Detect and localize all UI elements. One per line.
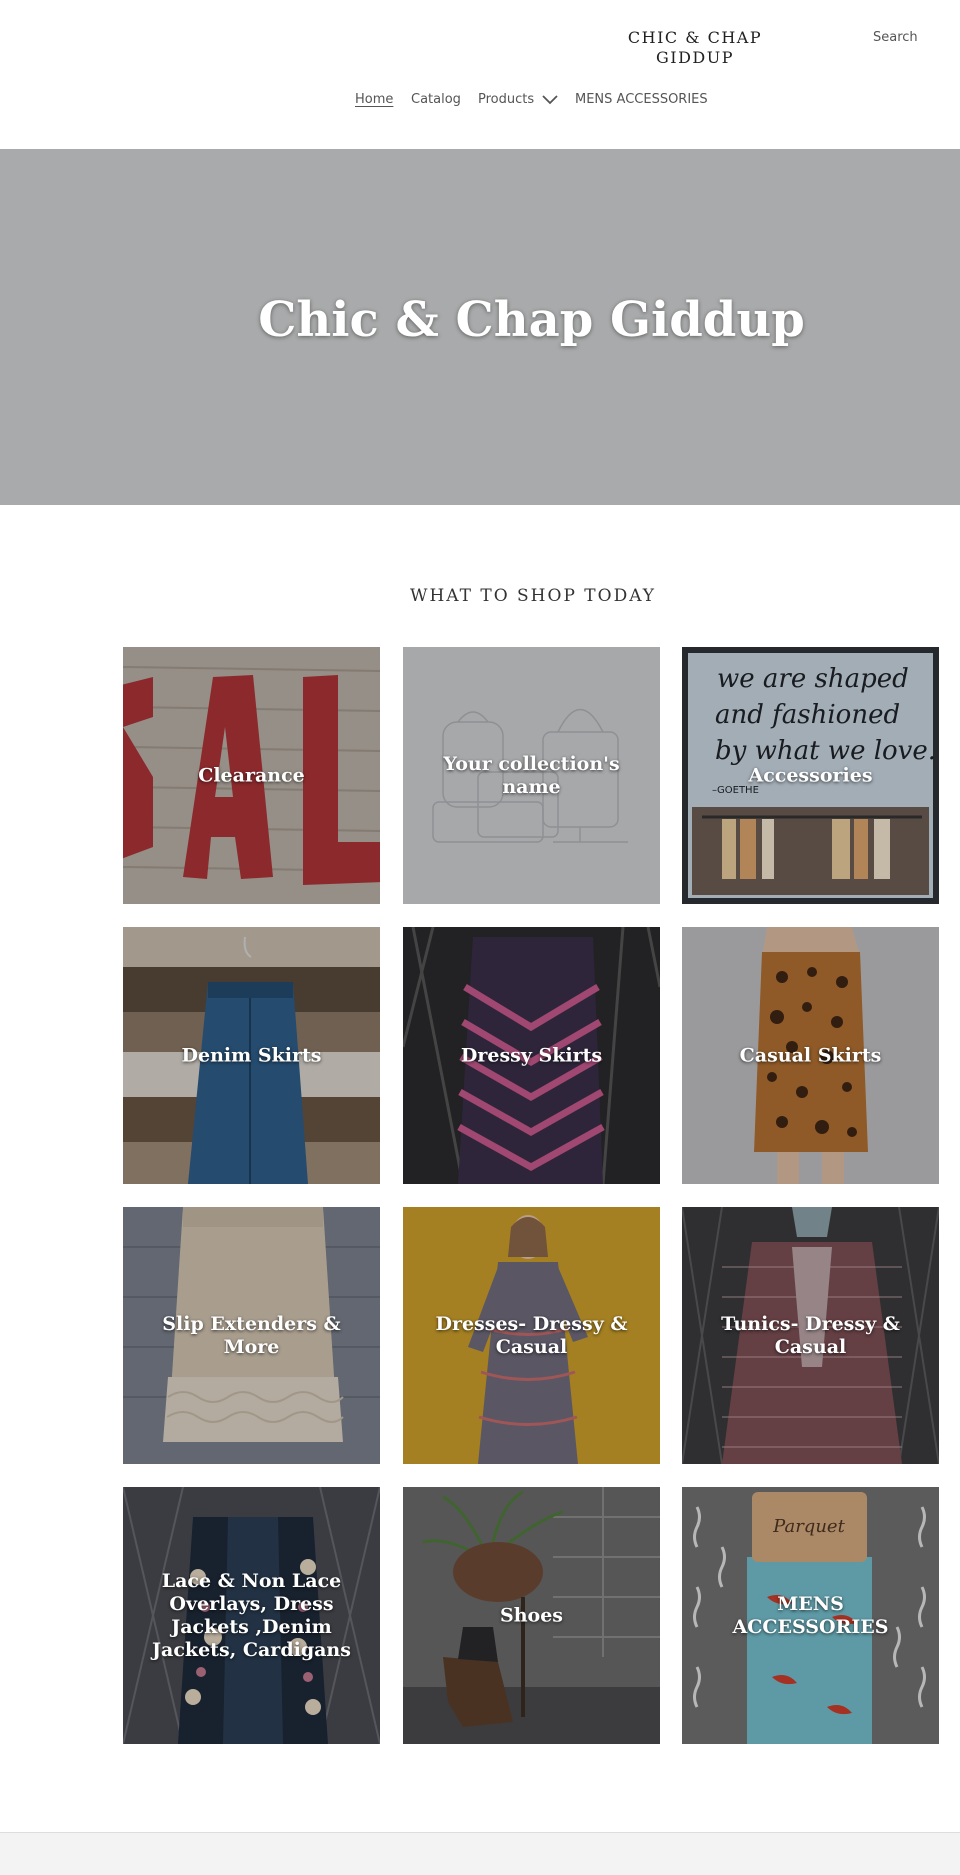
collection-label: Dressy Skirts: [460, 1044, 603, 1066]
main-nav: Home Catalog Products MENS ACCESSORIES: [0, 92, 960, 114]
site-footer: [0, 1832, 960, 1875]
collection-label: Slip Extenders & More: [162, 1312, 341, 1358]
collection-label: Casual Skirts: [739, 1044, 882, 1066]
collection-tile-slip-extenders[interactable]: Slip Extenders & More: [123, 1207, 380, 1464]
collection-tile-dressy-skirts[interactable]: Dressy Skirts: [403, 927, 660, 1184]
hero-banner: Chic & Chap Giddup: [0, 149, 960, 505]
collection-label: MENS ACCESSORIES: [732, 1592, 889, 1638]
collection-tile-tunics[interactable]: Tunics- Dressy & Casual: [682, 1207, 939, 1464]
nav-products-label: Products: [478, 92, 535, 107]
nav-products[interactable]: Products: [478, 92, 558, 107]
collection-tile-overlays[interactable]: Lace & Non Lace Overlays, Dress Jackets …: [123, 1487, 380, 1744]
brand-logo[interactable]: CHIC & CHAP GIDDUP: [615, 28, 775, 68]
collection-label: Tunics- Dressy & Casual: [721, 1312, 900, 1358]
collection-tile-placeholder[interactable]: Your collection's name: [403, 647, 660, 904]
brand-line-1: CHIC & CHAP: [627, 28, 763, 47]
hero-title: Chic & Chap Giddup: [258, 292, 805, 348]
collection-label: Accessories: [748, 764, 873, 786]
collection-tile-casual-skirts[interactable]: Casual Skirts: [682, 927, 939, 1184]
collection-label: Your collection's name: [443, 752, 620, 798]
collection-label: Lace & Non Lace Overlays, Dress Jackets …: [152, 1569, 351, 1661]
nav-mens-accessories[interactable]: MENS ACCESSORIES: [575, 92, 708, 107]
collection-tile-denim-skirts[interactable]: Denim Skirts: [123, 927, 380, 1184]
site-header: CHIC & CHAP GIDDUP Search Home Catalog P…: [0, 0, 960, 149]
collection-label: Shoes: [500, 1604, 563, 1626]
nav-catalog[interactable]: Catalog: [411, 92, 461, 107]
chevron-down-icon: [542, 94, 558, 104]
collection-label: Dresses- Dressy & Casual: [435, 1312, 628, 1358]
collection-tile-mens-accessories[interactable]: Parquet MENS ACCESSORIES: [682, 1487, 939, 1744]
collection-tile-accessories[interactable]: we are shaped and fashioned by what we l…: [682, 647, 939, 904]
collection-tile-dresses[interactable]: Dresses- Dressy & Casual: [403, 1207, 660, 1464]
collection-label: Clearance: [198, 764, 305, 786]
brand-line-2: GIDDUP: [655, 48, 734, 67]
collection-tile-shoes[interactable]: Shoes: [403, 1487, 660, 1744]
nav-home[interactable]: Home: [355, 92, 393, 107]
collection-tile-clearance[interactable]: Clearance: [123, 647, 380, 904]
collection-label: Denim Skirts: [181, 1044, 322, 1066]
search-link[interactable]: Search: [873, 30, 918, 45]
section-heading: WHAT TO SHOP TODAY: [409, 586, 657, 606]
